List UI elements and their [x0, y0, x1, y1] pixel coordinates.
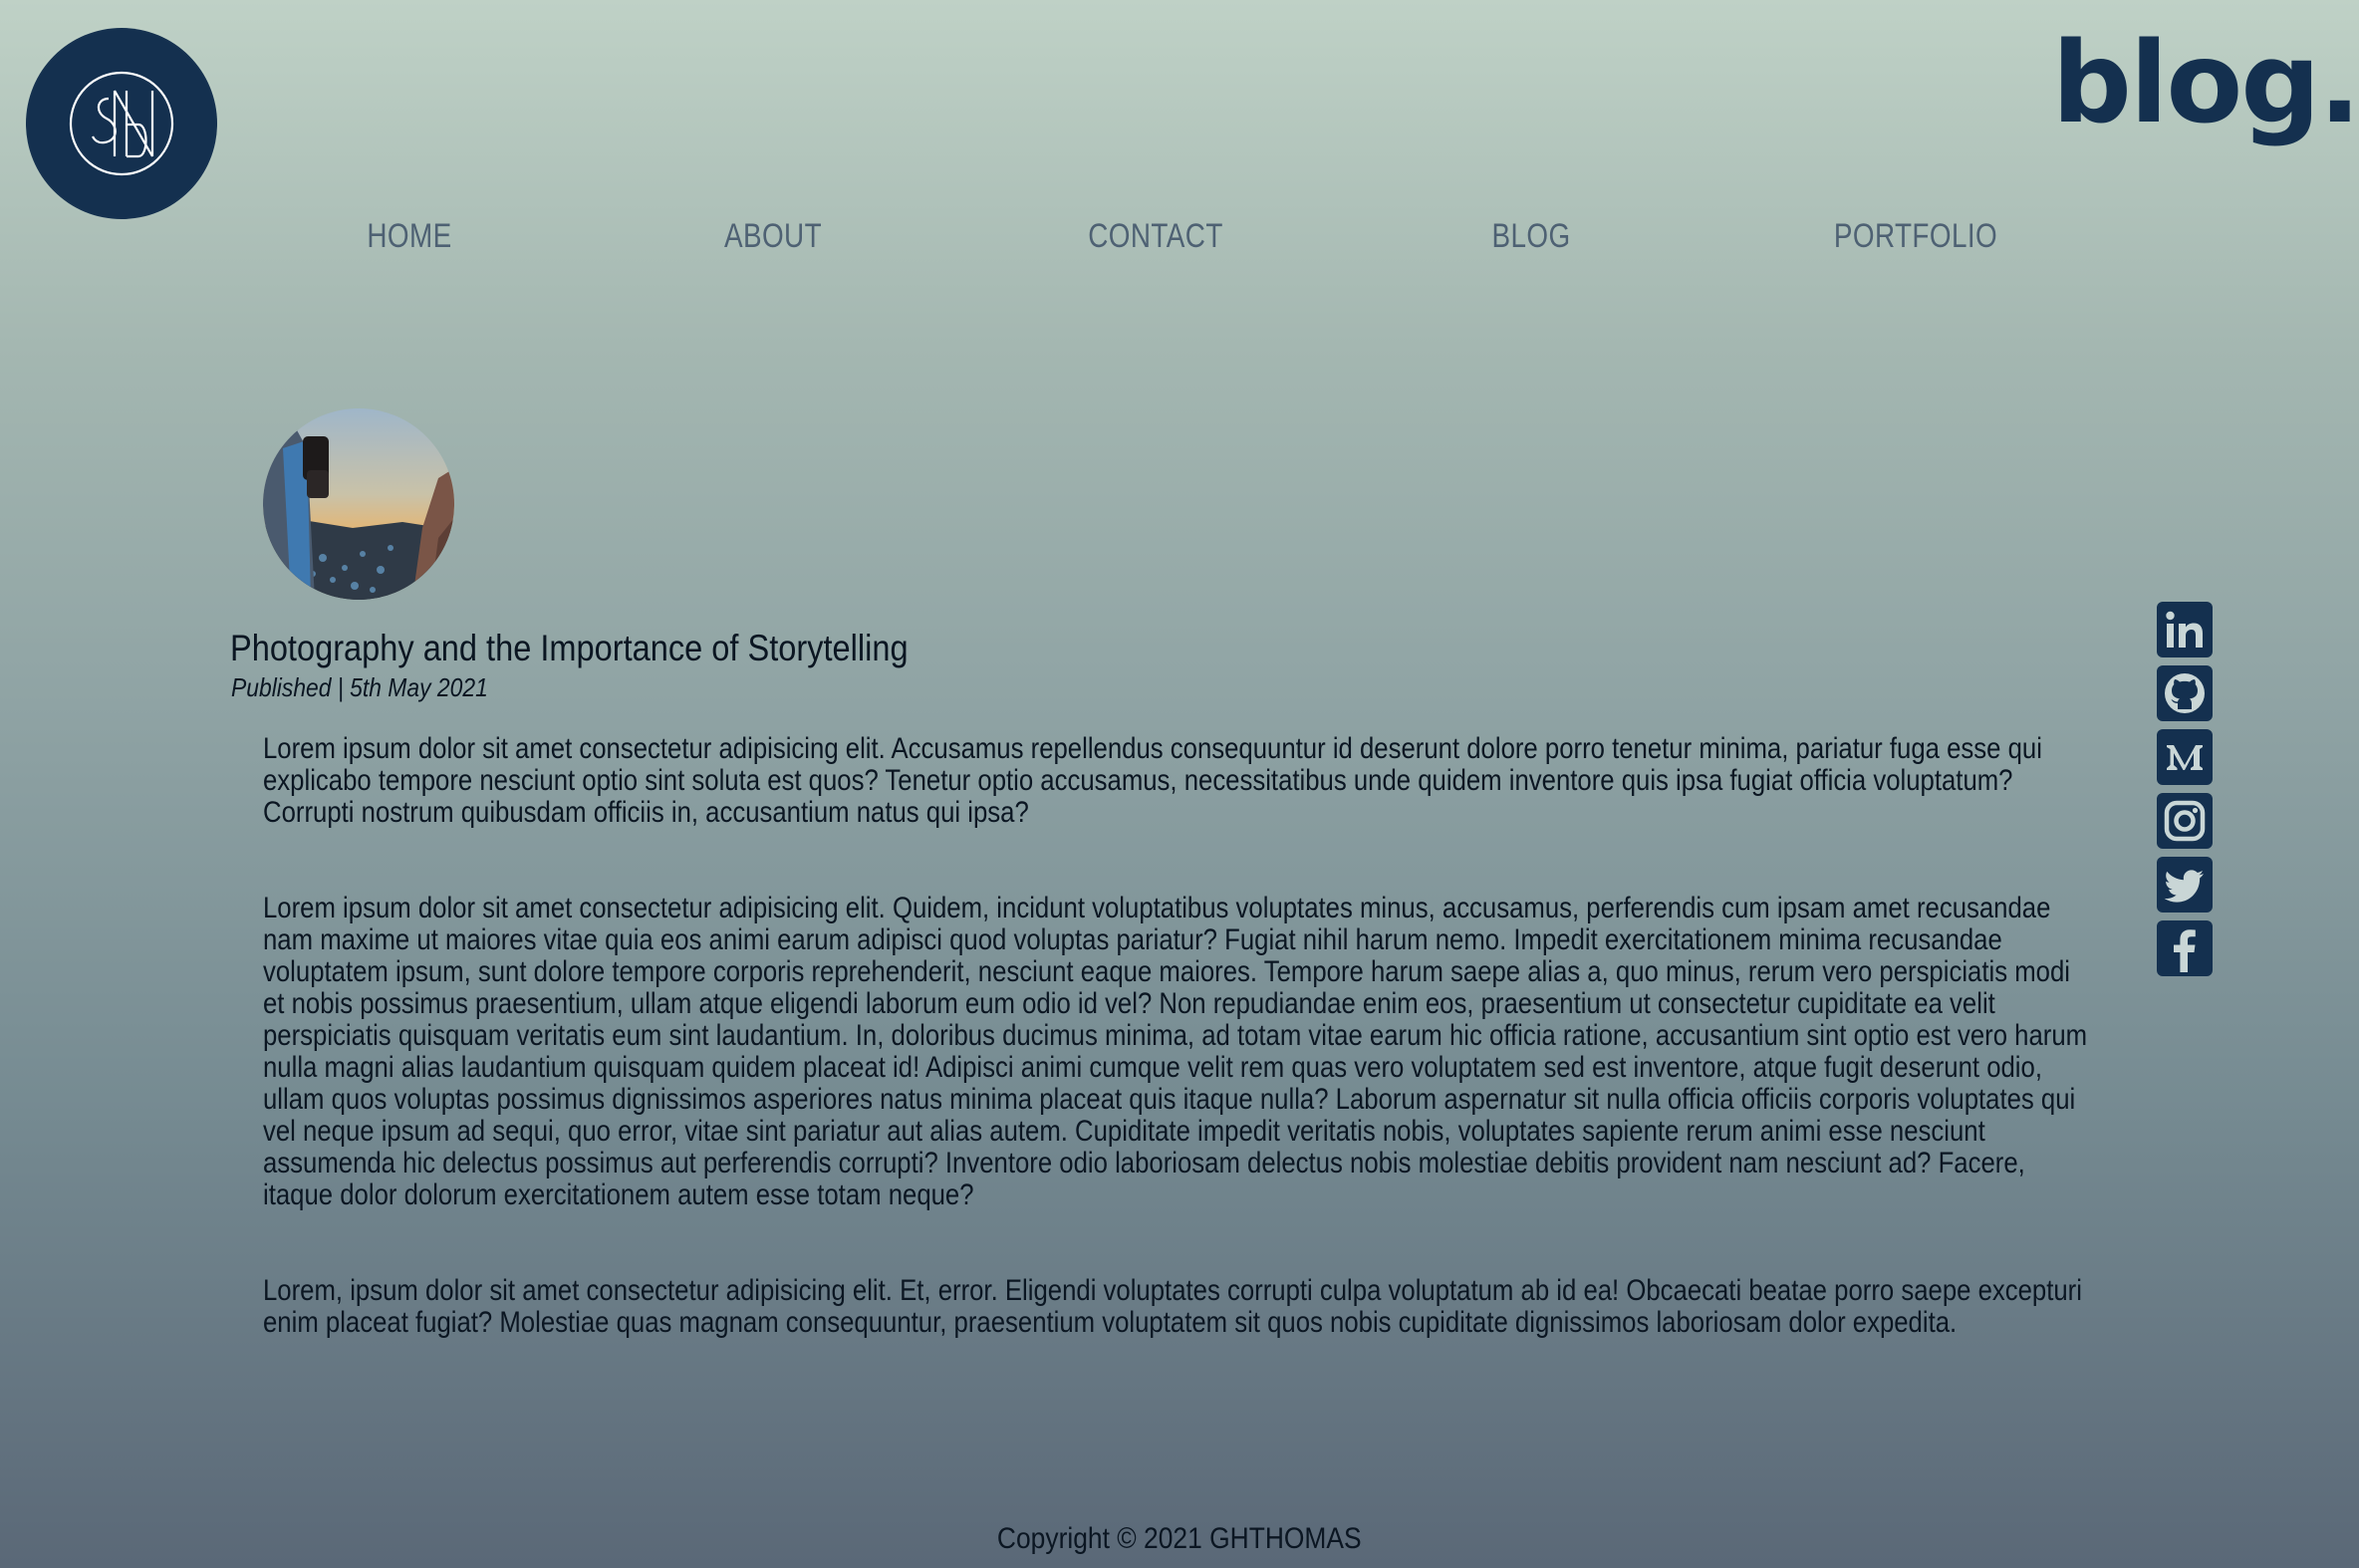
- facebook-icon[interactable]: [2157, 920, 2213, 976]
- linkedin-icon[interactable]: [2157, 602, 2213, 657]
- twitter-icon[interactable]: [2157, 857, 2213, 913]
- post-title: Photography and the Importance of Storyt…: [230, 628, 909, 668]
- post-paragraph: Lorem ipsum dolor sit amet consectetur a…: [263, 732, 2042, 829]
- nav-home[interactable]: HOME: [367, 217, 451, 256]
- github-icon[interactable]: [2157, 665, 2213, 721]
- nav-about[interactable]: ABOUT: [724, 217, 822, 256]
- site-logo[interactable]: [26, 28, 217, 219]
- post-published-date: Published | 5th May 2021: [231, 672, 488, 702]
- post-body: Lorem ipsum dolor sit amet consectetur a…: [263, 733, 2096, 1403]
- social-links: [2157, 602, 2213, 984]
- post-paragraph: Lorem ipsum dolor sit amet consectetur a…: [263, 892, 2088, 1211]
- brand-wordmark: blog.: [2051, 19, 2359, 148]
- photographer-holding-camera-image: [263, 408, 454, 600]
- main-nav: HOME ABOUT CONTACT BLOG PORTFOLIO: [0, 217, 2359, 267]
- footer: Copyright © 2021 GHTHOMAS: [0, 1522, 2359, 1556]
- post-image: [263, 408, 454, 600]
- copyright-text: Copyright © 2021 GHTHOMAS: [997, 1522, 1362, 1555]
- nav-blog[interactable]: BLOG: [1491, 217, 1570, 256]
- post-paragraph: Lorem, ipsum dolor sit amet consectetur …: [263, 1274, 2082, 1339]
- monogram-logo-icon: [69, 71, 174, 176]
- instagram-icon[interactable]: [2157, 793, 2213, 849]
- nav-contact[interactable]: CONTACT: [1088, 217, 1223, 256]
- medium-icon[interactable]: [2157, 729, 2213, 785]
- nav-portfolio[interactable]: PORTFOLIO: [1834, 217, 1997, 256]
